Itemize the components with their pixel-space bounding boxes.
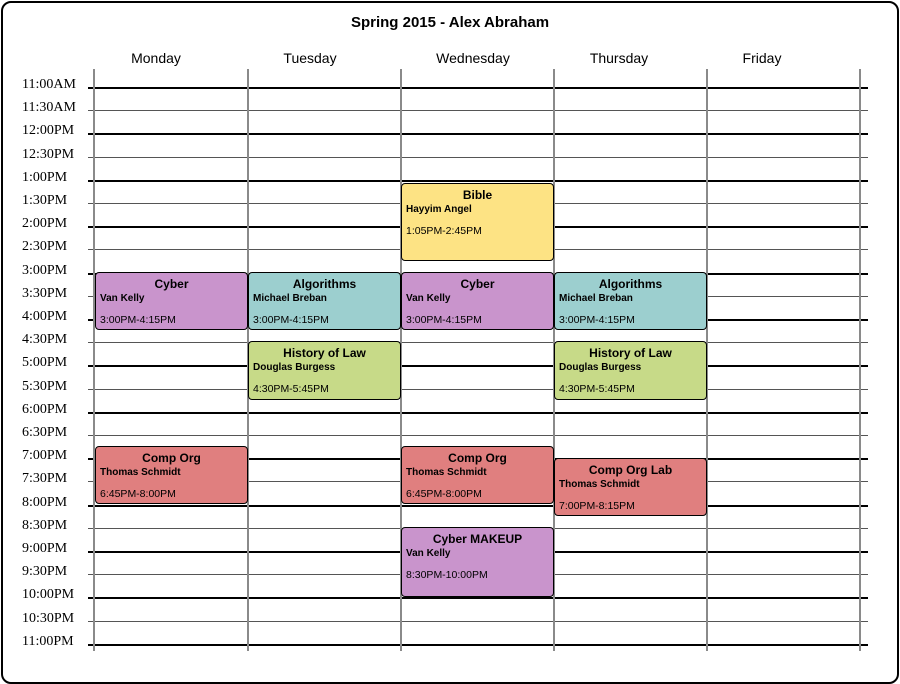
- time-label: 3:00PM: [22, 263, 68, 278]
- event-title: Cyber MAKEUP: [432, 532, 523, 546]
- event-block[interactable]: History of Law Douglas Burgess 4:30PM-5:…: [248, 341, 401, 400]
- event-instructor: Van Kelly: [406, 293, 451, 304]
- event-title: Comp Org: [448, 451, 507, 465]
- time-gridline: [88, 87, 868, 89]
- event-title: Comp Org Lab: [588, 463, 673, 477]
- schedule-title: Spring 2015 - Alex Abraham: [350, 14, 550, 31]
- time-gridline: [88, 157, 868, 158]
- event-time: 1:05PM-2:45PM: [406, 225, 482, 237]
- event-instructor: Douglas Burgess: [253, 362, 336, 373]
- event-title: Algorithms: [292, 277, 357, 291]
- time-label: 10:00PM: [22, 587, 75, 602]
- time-label: 3:30PM: [22, 286, 68, 301]
- time-gridline: [88, 389, 868, 390]
- time-label: 1:00PM: [22, 170, 68, 185]
- time-label: 7:30PM: [22, 471, 68, 486]
- event-title: History of Law: [589, 346, 672, 360]
- time-gridline: [88, 412, 868, 414]
- event-block[interactable]: History of Law Douglas Burgess 4:30PM-5:…: [554, 341, 707, 400]
- event-time: 4:30PM-5:45PM: [559, 383, 635, 395]
- event-block[interactable]: Comp Org Lab Thomas Schmidt 7:00PM-8:15P…: [554, 458, 707, 516]
- event-block[interactable]: Cyber MAKEUP Van Kelly 8:30PM-10:00PM: [401, 527, 554, 597]
- event-time: 3:00PM-4:15PM: [406, 314, 482, 326]
- time-gridline: [88, 505, 868, 507]
- time-label: 7:00PM: [22, 448, 68, 463]
- column-divider: [93, 69, 95, 651]
- event-instructor: Thomas Schmidt: [559, 479, 640, 490]
- day-header-wednesday: Wednesday: [436, 50, 510, 66]
- time-gridline: [88, 110, 868, 111]
- time-label: 11:00AM: [22, 77, 76, 92]
- event-time: 8:30PM-10:00PM: [406, 569, 488, 581]
- time-label: 6:30PM: [22, 425, 68, 440]
- time-gridline: [88, 342, 868, 343]
- time-label: 8:30PM: [22, 518, 68, 533]
- time-gridline: [88, 180, 868, 182]
- time-gridline: [88, 133, 868, 135]
- event-block[interactable]: Cyber Van Kelly 3:00PM-4:15PM: [401, 272, 554, 330]
- day-header-thursday: Thursday: [589, 50, 649, 66]
- event-title: Bible: [462, 188, 493, 202]
- event-instructor: Douglas Burgess: [559, 362, 642, 373]
- time-label: 1:30PM: [22, 193, 68, 208]
- day-header-monday: Monday: [131, 50, 181, 66]
- event-time: 3:00PM-4:15PM: [559, 314, 635, 326]
- event-time: 7:00PM-8:15PM: [559, 500, 635, 512]
- time-label: 2:30PM: [22, 239, 68, 254]
- event-title: Cyber: [460, 277, 495, 291]
- time-label: 11:00PM: [22, 634, 74, 649]
- event-instructor: Hayyim Angel: [406, 204, 472, 215]
- event-instructor: Van Kelly: [100, 293, 145, 304]
- time-gridline: [88, 365, 868, 367]
- time-label: 8:00PM: [22, 495, 68, 510]
- event-title: Algorithms: [598, 277, 663, 291]
- time-label: 10:30PM: [22, 611, 75, 626]
- event-instructor: Michael Breban: [253, 293, 327, 304]
- column-divider: [859, 69, 861, 651]
- event-time: 6:45PM-8:00PM: [100, 488, 176, 500]
- time-label: 9:00PM: [22, 541, 68, 556]
- event-instructor: Thomas Schmidt: [100, 467, 181, 478]
- event-instructor: Van Kelly: [406, 548, 451, 559]
- event-block[interactable]: Algorithms Michael Breban 3:00PM-4:15PM: [554, 272, 707, 330]
- time-label: 4:00PM: [22, 309, 68, 324]
- event-time: 3:00PM-4:15PM: [100, 314, 176, 326]
- time-label: 11:30AM: [22, 100, 76, 115]
- event-title: Cyber: [154, 277, 189, 291]
- event-block[interactable]: Cyber Van Kelly 3:00PM-4:15PM: [95, 272, 248, 330]
- time-gridline: [88, 597, 868, 599]
- event-block[interactable]: Comp Org Thomas Schmidt 6:45PM-8:00PM: [95, 446, 248, 504]
- time-label: 4:30PM: [22, 332, 68, 347]
- event-instructor: Michael Breban: [559, 293, 633, 304]
- event-title: History of Law: [283, 346, 366, 360]
- event-time: 4:30PM-5:45PM: [253, 383, 329, 395]
- day-header-tuesday: Tuesday: [283, 50, 337, 66]
- event-time: 3:00PM-4:15PM: [253, 314, 329, 326]
- time-label: 12:00PM: [22, 123, 75, 138]
- event-time: 6:45PM-8:00PM: [406, 488, 482, 500]
- time-label: 5:30PM: [22, 379, 68, 394]
- time-gridline: [88, 621, 868, 622]
- time-label: 2:00PM: [22, 216, 68, 231]
- day-header-friday: Friday: [742, 50, 782, 66]
- event-block[interactable]: Algorithms Michael Breban 3:00PM-4:15PM: [248, 272, 401, 330]
- time-label: 5:00PM: [22, 355, 68, 370]
- time-gridline: [88, 435, 868, 436]
- time-label: 6:00PM: [22, 402, 68, 417]
- time-gridline: [88, 644, 868, 646]
- event-title: Comp Org: [142, 451, 201, 465]
- event-block[interactable]: Bible Hayyim Angel 1:05PM-2:45PM: [401, 183, 554, 261]
- time-label: 9:30PM: [22, 564, 68, 579]
- time-label: 12:30PM: [22, 147, 75, 162]
- event-block[interactable]: Comp Org Thomas Schmidt 6:45PM-8:00PM: [401, 446, 554, 504]
- event-instructor: Thomas Schmidt: [406, 467, 487, 478]
